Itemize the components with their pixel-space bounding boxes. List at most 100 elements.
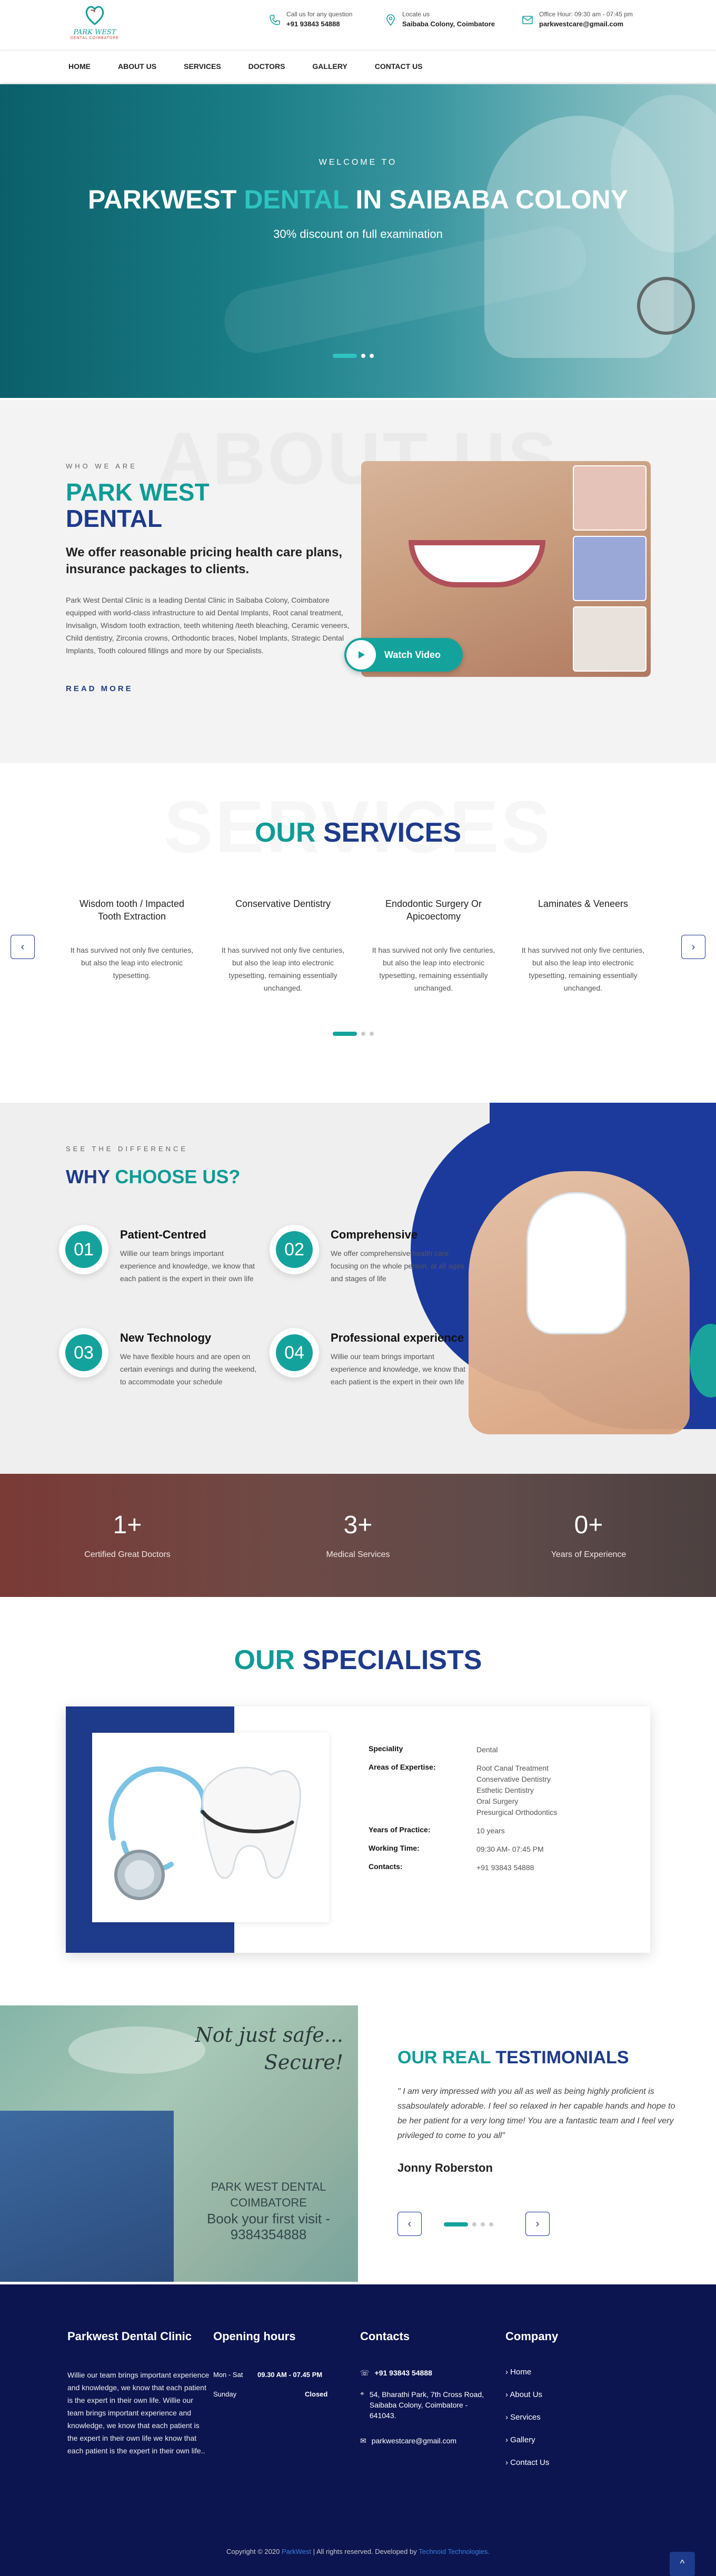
service-card[interactable]: Wisdom tooth / Impacted Tooth Extraction… [70, 897, 194, 982]
watch-video-button[interactable]: Watch Video [344, 638, 463, 672]
hero-dot-1[interactable] [333, 354, 357, 358]
why-item-title: New Technology [120, 1331, 212, 1344]
footer-contacts-title: Contacts [360, 2330, 410, 2343]
hero-dot-3[interactable] [370, 354, 374, 358]
testimonial-prev-button[interactable]: ‹ [397, 2212, 422, 2236]
testimonial-dots [444, 2222, 493, 2226]
about-subheading: WHO WE ARE [66, 462, 137, 470]
brand-line-3: Book your first visit - [206, 2211, 331, 2226]
testimonials-title: OUR REAL TESTIMONIALS [397, 2048, 629, 2068]
footer-contacts: Contacts ☏ +91 93843 54888 ⌖ 54, Bharathi … [360, 2330, 492, 2457]
why-item: 04 Professional experience Willie our tea… [270, 1328, 470, 1388]
service-card[interactable]: Endodontic Surgery Or Apicoectomy It has… [372, 897, 495, 994]
why-number-badge: 02 [270, 1225, 319, 1274]
service-title: Conservative Dentistry [235, 898, 331, 909]
nav-services[interactable]: SERVICES [184, 62, 221, 71]
dental-mirror-image [637, 277, 695, 335]
logo-subtext: DENTAL COIMBATORE [70, 36, 120, 40]
footer-address: ⌖ 54, Bharathi Park, 7th Cross Road, Saib… [360, 2389, 492, 2421]
read-more-link[interactable]: READ MORE [66, 684, 133, 693]
script-line-1: Not just safe... [195, 2023, 343, 2046]
testimonials-title-part1: OUR REAL [397, 2048, 496, 2068]
counter-label: Years of Experience [551, 1550, 626, 1559]
site-logo[interactable]: PARK WEST DENTAL COIMBATORE [68, 3, 121, 45]
service-card[interactable]: Conservative Dentistry It has survived n… [221, 897, 345, 994]
testimonial-next-button[interactable]: › [525, 2212, 550, 2236]
developer-link[interactable]: Technoid Technologies. [419, 2548, 490, 2555]
nav-about-us[interactable]: ABOUT US [118, 62, 156, 71]
specialist-details: Speciality Dental Areas of Expertise: Roo… [369, 1744, 632, 1881]
footer-link-label: About Us [510, 2390, 543, 2399]
services-next-button[interactable]: › [681, 935, 705, 959]
nav-home[interactable]: HOME [68, 62, 91, 71]
services-title-part1: OUR [254, 817, 323, 848]
footer-link-contact[interactable]: › Contact Us [505, 2458, 621, 2467]
footer-link-home[interactable]: › Home [505, 2368, 621, 2377]
footer-address-value: 54, Bharathi Park, 7th Cross Road, Saiba… [369, 2390, 484, 2420]
nav-gallery[interactable]: GALLERY [312, 62, 347, 71]
hero-dot-2[interactable] [361, 354, 365, 358]
mail-icon [522, 16, 533, 24]
footer-phone[interactable]: ☏ +91 93843 54888 [360, 2369, 492, 2378]
chevron-right-icon: › [505, 2458, 508, 2467]
service-card[interactable]: Laminates & Veneers It has survived not … [521, 897, 645, 994]
working-time-value: 09:30 AM- 07:45 PM [476, 1845, 544, 1853]
phone-number[interactable]: +91 93843 54888 [286, 20, 352, 28]
brand-line-1: PARK WEST DENTAL [211, 2180, 326, 2193]
specialists-section: OUR SPECIALISTS Speciality Dental Areas o… [0, 1597, 716, 2005]
footer-link-about[interactable]: › About Us [505, 2390, 621, 2399]
why-title-part2: CHOOSE US? [115, 1166, 241, 1187]
testimonial-dot-2[interactable] [472, 2222, 476, 2226]
testimonial-dot-1[interactable] [444, 2222, 468, 2226]
footer-link-gallery[interactable]: › Gallery [505, 2435, 621, 2444]
phone-label: Call us for any question [286, 11, 353, 18]
contacts-value[interactable]: +91 93843 54888 [476, 1862, 534, 1873]
why-title-part1: WHY [66, 1166, 115, 1187]
footer-email[interactable]: ✉ parkwestcare@gmail.com [360, 2437, 492, 2445]
services-dot-2[interactable] [361, 1032, 365, 1036]
speciality-value: Dental [476, 1745, 498, 1754]
counter-value: 3+ [343, 1511, 373, 1539]
years-value: 10 years [476, 1826, 505, 1835]
about-title: PARK WEST DENTAL [66, 479, 210, 532]
email-value[interactable]: parkwestcare@gmail.com [539, 20, 633, 28]
why-subheading: SEE THE DIFFERENCE [66, 1145, 188, 1153]
services-dot-1[interactable] [333, 1032, 357, 1036]
service-text: It has survived not only five centuries,… [372, 946, 495, 992]
testimonial-dot-3[interactable] [481, 2222, 485, 2226]
header-email[interactable]: Office Hour: 09:30 am - 07:45 pm parkwes… [521, 11, 633, 28]
why-number-badge: 01 [59, 1225, 108, 1274]
footer-about-text: Willie our team brings important experie… [67, 2371, 210, 2455]
hero-slider: WELCOME TO PARKWEST DENTAL IN SAIBABA CO… [0, 84, 716, 398]
services-title-part2: SERVICES [323, 817, 462, 848]
hours-time: 09.30 AM - 07.45 PM [257, 2371, 323, 2379]
nav-doctors[interactable]: DOCTORS [248, 62, 285, 71]
why-number-badge: 03 [59, 1328, 108, 1377]
testimonial-dot-4[interactable] [489, 2222, 493, 2226]
logo-text: PARK WEST [73, 28, 116, 36]
hero-title-highlight: DENTAL [244, 185, 349, 214]
header-location[interactable]: Locate us Saibaba Colony, Coimbatore [384, 11, 495, 28]
header-phone[interactable]: Call us for any question +91 93843 54888 [268, 11, 352, 28]
contacts-label: Contacts: [369, 1862, 403, 1871]
speciality-label: Speciality [369, 1744, 403, 1753]
back-to-top-button[interactable]: ^ [670, 2552, 695, 2576]
counter-value: 1+ [113, 1511, 142, 1539]
services-dot-3[interactable] [370, 1032, 374, 1036]
footer-link-services[interactable]: › Services [505, 2413, 621, 2422]
copyright-brand-link[interactable]: ParkWest [282, 2548, 311, 2555]
mail-icon: ✉ [360, 2437, 366, 2445]
service-text: It has survived not only five centuries,… [70, 946, 194, 980]
expertise-label: Areas of Expertise: [369, 1763, 436, 1771]
testimonials-title-part2: TESTIMONIALS [495, 2048, 629, 2068]
services-title: OUR SERVICES [0, 817, 716, 848]
counter-item: 1+ Certified Great Doctors [48, 1511, 206, 1560]
about-section: ABOUT US WHO WE ARE PARK WESTDENTAL We o… [0, 400, 716, 763]
main-nav: HOME ABOUT US SERVICES DOCTORS GALLERY C… [0, 50, 716, 83]
nav-contact-us[interactable]: CONTACT US [375, 62, 423, 71]
services-prev-button[interactable]: ‹ [11, 935, 35, 959]
thumb-image-3 [573, 606, 647, 672]
phone-icon [270, 15, 280, 25]
services-section: SERVICES OUR SERVICES ‹ › Wisdom tooth /… [0, 763, 716, 1103]
about-title-line1: PARK WEST [66, 478, 210, 506]
